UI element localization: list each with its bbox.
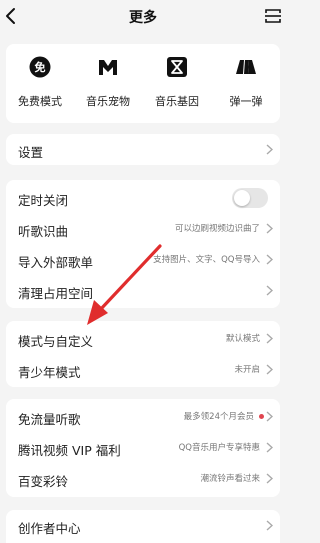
- chevron-right-icon: [266, 223, 273, 234]
- teen-mode-label: 青少年模式: [18, 365, 81, 380]
- settings-label: 设置: [18, 145, 44, 160]
- song-id-label: 听歌识曲: [18, 224, 69, 239]
- quick-item-label: 音乐基因: [155, 95, 199, 108]
- ringtone-label: 百变彩铃: [18, 474, 69, 489]
- ringtone-row[interactable]: 百变彩铃 潮流铃声看过来: [6, 463, 280, 494]
- mode-custom-value: 默认模式: [225, 334, 260, 344]
- song-id-row[interactable]: 听歌识曲 可以边刷视频边识曲了: [6, 213, 280, 244]
- tools-card: 定时关闭 听歌识曲 可以边刷视频边识曲了 导入外部歌单 支持图片、文字、QQ号导…: [6, 180, 280, 308]
- free-traffic-value: 最多领24个月会员: [183, 412, 254, 422]
- clear-space-row[interactable]: 清理占用空间: [6, 275, 280, 306]
- chevron-right-icon: [266, 333, 273, 344]
- free-traffic-row[interactable]: 免流量听歌 最多领24个月会员: [6, 401, 280, 432]
- clear-space-label: 清理占用空间: [18, 286, 94, 301]
- tencent-vip-label: 腾讯视频 VIP 福利: [18, 443, 121, 458]
- chevron-right-icon: [266, 254, 273, 265]
- chevron-right-icon: [266, 364, 273, 375]
- ringtone-value: 潮流铃声看过来: [200, 474, 260, 484]
- chevron-right-icon: [266, 285, 273, 296]
- chevron-right-icon: [266, 520, 273, 531]
- quick-item-label: 免费模式: [18, 95, 62, 108]
- scan-icon[interactable]: [264, 7, 282, 25]
- timer-label: 定时关闭: [18, 193, 69, 208]
- settings-card: 设置: [6, 134, 280, 165]
- quick-item-music-pet[interactable]: 音乐宠物: [74, 44, 142, 123]
- mode-custom-row[interactable]: 模式与自定义 默认模式: [6, 323, 280, 354]
- chevron-right-icon: [266, 144, 273, 155]
- song-id-hint: 可以边刷视频边识曲了: [174, 224, 260, 234]
- red-dot-badge: [259, 414, 264, 419]
- quick-actions-card: 免 免费模式 音乐宠物 音乐基因 弹一弹: [6, 44, 280, 123]
- import-playlist-hint: 支持图片、文字、QQ号导入: [153, 255, 260, 265]
- free-mode-icon: 免: [29, 56, 51, 78]
- quick-item-bounce[interactable]: 弹一弹: [212, 44, 280, 123]
- creator-center-label: 创作者中心: [18, 521, 81, 536]
- teen-mode-row[interactable]: 青少年模式 未开启: [6, 354, 280, 385]
- quick-item-music-gene[interactable]: 音乐基因: [143, 44, 211, 123]
- settings-row[interactable]: 设置: [6, 134, 280, 165]
- svg-text:免: 免: [35, 60, 46, 74]
- creator-card: 创作者中心: [6, 510, 280, 543]
- timer-row[interactable]: 定时关闭: [6, 182, 280, 213]
- chevron-right-icon: [266, 473, 273, 484]
- tencent-vip-value: QQ音乐用户专享特惠: [178, 443, 260, 453]
- chevron-right-icon: [266, 442, 273, 453]
- top-bar: 更多: [0, 0, 286, 34]
- toggle-knob: [234, 190, 250, 206]
- teen-mode-value: 未开启: [234, 365, 260, 375]
- mode-custom-label: 模式与自定义: [18, 334, 94, 349]
- music-pet-icon: [99, 60, 117, 75]
- music-gene-icon: [167, 57, 187, 77]
- bounce-icon: [236, 60, 256, 74]
- quick-item-label: 音乐宠物: [86, 95, 130, 108]
- page-title: 更多: [129, 10, 157, 26]
- tencent-vip-row[interactable]: 腾讯视频 VIP 福利 QQ音乐用户专享特惠: [6, 432, 280, 463]
- creator-center-row[interactable]: 创作者中心: [6, 510, 280, 541]
- chevron-right-icon: [266, 411, 273, 422]
- quick-item-label: 弹一弹: [229, 95, 263, 108]
- free-traffic-label: 免流量听歌: [18, 412, 81, 427]
- timer-toggle[interactable]: [232, 188, 268, 208]
- import-playlist-label: 导入外部歌单: [18, 255, 94, 270]
- benefits-card: 免流量听歌 最多领24个月会员 腾讯视频 VIP 福利 QQ音乐用户专享特惠 百…: [6, 399, 280, 497]
- import-playlist-row[interactable]: 导入外部歌单 支持图片、文字、QQ号导入: [6, 244, 280, 275]
- mode-card: 模式与自定义 默认模式 青少年模式 未开启: [6, 321, 280, 387]
- quick-item-free-mode[interactable]: 免 免费模式: [6, 44, 74, 123]
